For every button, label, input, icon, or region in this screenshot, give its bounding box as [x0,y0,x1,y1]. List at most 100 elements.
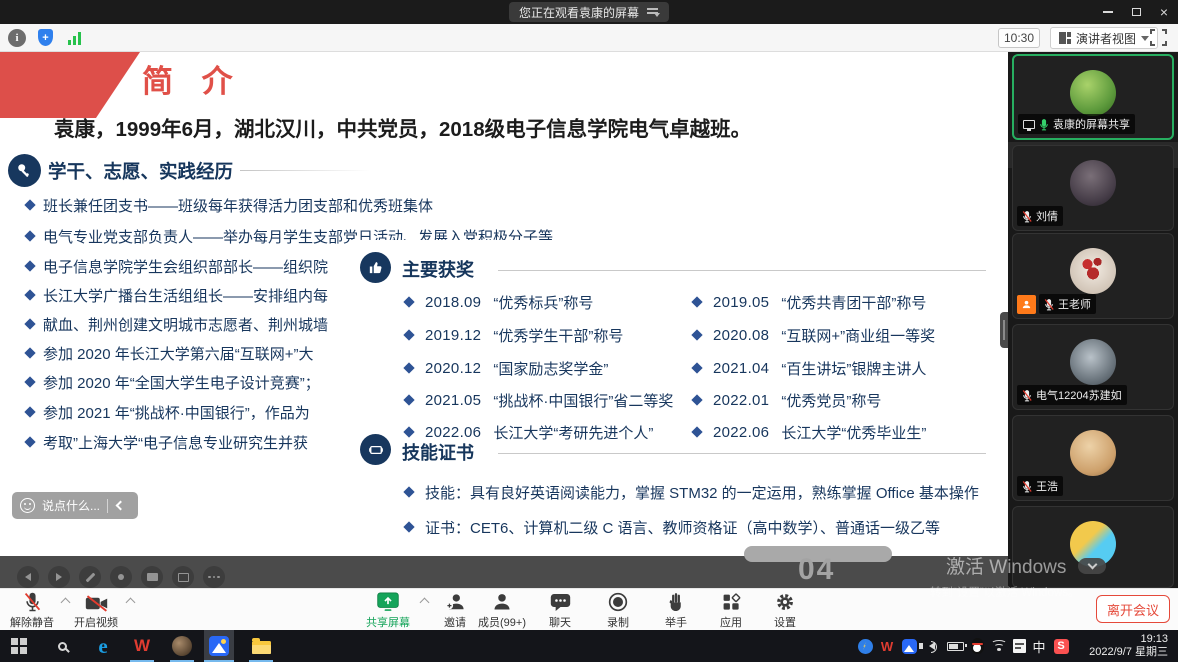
list-item: 考取”上海大学“电子信息专业研究生并获 [26,432,308,452]
maximize-button[interactable] [1122,0,1150,24]
tray-flash-icon[interactable] [854,630,876,662]
pen-tool-button[interactable] [79,566,101,588]
laser-pointer-button[interactable] [110,566,132,588]
tray-notes-icon[interactable] [1008,630,1030,662]
settings-button[interactable]: 设置 [755,591,815,630]
list-item: 电子信息学院学生会组织部部长——组织院 [26,256,328,276]
tray-qq-icon[interactable] [966,630,988,662]
tray-meeting-icon[interactable] [898,630,920,662]
screen-share-icon [1023,120,1035,129]
record-icon [588,591,648,612]
award-item: 2019.12“优秀学生干部”称号 [405,325,623,345]
prev-slide-button[interactable] [17,566,39,588]
mic-muted-icon [1022,389,1032,402]
avatar [1070,430,1116,476]
next-slide-button[interactable] [48,566,70,588]
minimize-button[interactable] [1094,0,1122,24]
share-screen-button[interactable]: 共享屏幕 [358,591,418,630]
slide-title: 简 介 [142,56,243,101]
mic-on-icon [1039,118,1049,131]
emoji-icon[interactable] [20,498,35,513]
awards-heading: 主要获奖 [402,256,474,282]
tray-battery-icon[interactable] [944,630,966,662]
meeting-toolbar: 解除静音 开启视频 共享屏幕 邀请 成员(99+) 聊天 [0,588,1178,630]
participant-tile[interactable]: 刘倩 [1012,145,1174,231]
taskbar-clock[interactable]: 19:13 2022/9/7 星期三 [1089,633,1168,659]
avatar [1070,339,1116,385]
wps-office-icon[interactable]: W [127,630,157,662]
participant-tile[interactable]: 电气12204苏建如 [1012,324,1174,410]
chat-button[interactable]: 聊天 [530,591,590,630]
list-item: 参加 2020 年长江大学第六届“互联网+”大 [26,343,313,363]
meeting-info-icon[interactable]: i [8,29,26,47]
avatar [1070,248,1116,294]
sogou-input-icon[interactable]: S [1050,630,1072,662]
camera-tool-button[interactable] [141,566,163,588]
mic-muted-icon [1022,480,1032,493]
divider [107,499,108,513]
start-button[interactable] [4,630,34,662]
divider [240,170,370,171]
watching-screen-pill[interactable]: 您正在观看袁康的屏幕 [509,2,669,22]
chevron-down-icon [1141,36,1149,41]
view-mode-button[interactable]: 演讲者视图 [1050,27,1158,49]
share-screen-icon [358,591,418,612]
ime-indicator[interactable]: 中 [1028,630,1050,662]
participant-tile[interactable]: 王浩 [1012,415,1174,501]
tray-volume-icon[interactable] [921,630,943,662]
thumbs-up-icon [360,252,391,283]
tray-wifi-icon[interactable] [988,630,1010,662]
mic-muted-icon [2,591,62,612]
app-avatar-icon[interactable] [167,630,197,662]
file-explorer-icon[interactable] [246,630,276,662]
avatar [1070,160,1116,206]
close-button[interactable]: × [1150,0,1178,24]
slide-page-number: 04 [798,553,835,587]
taskbar-search-icon[interactable] [47,630,77,662]
tray-wps-icon[interactable]: W [876,630,898,662]
security-shield-icon[interactable]: + [38,29,53,46]
participant-label: 王浩 [1017,476,1063,496]
members-button[interactable]: 成员(99+) [472,591,532,630]
chat-placeholder[interactable]: 说点什么... [42,497,100,514]
slides-panel-button[interactable] [172,566,194,588]
layout-icon [1059,32,1071,44]
video-options-chevron[interactable] [126,598,136,608]
leave-meeting-button[interactable]: 离开会议 [1096,595,1170,623]
unmute-button[interactable]: 解除静音 [2,591,62,630]
participants-sidebar: 袁康的屏幕共享 正在讲话: 袁康 刘倩 王老师 电气12204苏建如 [1008,52,1178,588]
fullscreen-button[interactable] [1150,29,1167,46]
sidebar-collapse-handle[interactable] [1000,312,1008,348]
raise-hand-button[interactable]: 举手 [646,591,706,630]
watching-screen-label: 您正在观看袁康的屏幕 [519,4,639,21]
network-signal-icon[interactable] [68,32,84,45]
mic-muted-icon [1022,210,1032,223]
skill-item: 证书：CET6、计算机二级 C 语言、教师资格证（高中数学）、普通话一级乙等 [405,517,940,537]
participant-tile-host[interactable]: 王老师 [1012,233,1174,319]
award-item: 2020.08“互联网+”商业组一等奖 [693,325,935,345]
certificate-icon [360,434,391,465]
hand-icon [646,591,706,612]
participant-tile-sharing[interactable]: 袁康的屏幕共享 [1012,54,1174,140]
camera-muted-icon [66,591,126,612]
record-button[interactable]: 录制 [588,591,648,630]
avatar [1070,70,1116,116]
awards-panel: 主要获奖 2018.09“优秀标兵”称号 2019.12“优秀学生干部”称号 2… [350,240,1008,556]
collapse-left-icon[interactable] [116,501,126,511]
person-icon [472,591,532,612]
key-icon [8,154,41,187]
list-item: 班长兼任团支书——班级每年获得活力团支部和优秀班集体 [26,195,433,215]
gear-icon [755,591,815,612]
pill-menu-icon [647,7,659,17]
edge-browser-icon[interactable]: e [88,630,118,662]
participant-tile[interactable] [1012,506,1174,588]
list-item: 参加 2021 年“挑战杯·中国银行”，作品为 [26,402,310,422]
scroll-more-button[interactable] [1078,558,1106,574]
participant-label: 电气12204苏建如 [1017,385,1127,405]
quick-chat-pill[interactable]: 说点什么... [12,492,138,519]
shared-screen: 简 介 袁康，1999年6月，湖北汉川，中共党员，2018级电子信息学院电气卓越… [0,52,1008,588]
apps-button[interactable]: 应用 [701,591,761,630]
meeting-app-icon[interactable] [204,630,234,662]
start-video-button[interactable]: 开启视频 [66,591,126,630]
more-tools-button[interactable] [203,566,225,588]
